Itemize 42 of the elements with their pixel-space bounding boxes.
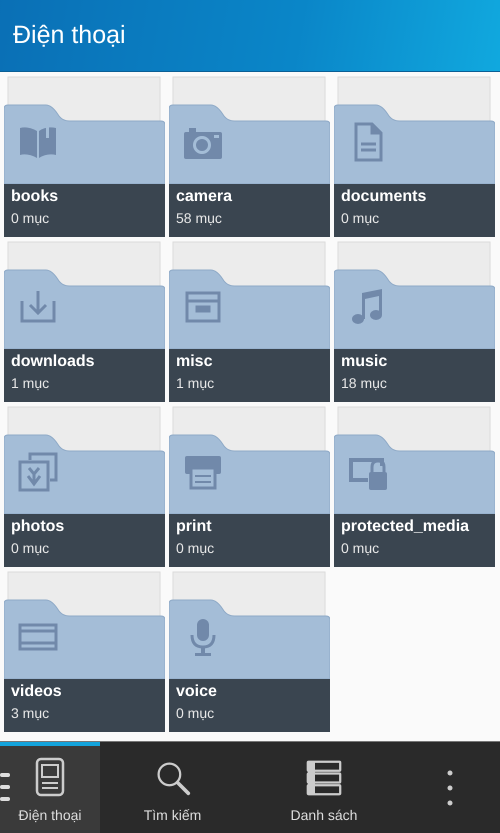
folder-name: protected_media (341, 518, 470, 536)
action-tab[interactable]: Tìm kiếm (100, 742, 245, 833)
item-count: 3 mục (11, 705, 50, 721)
folder-name: downloads (11, 353, 96, 371)
item-count: 0 mục (176, 705, 216, 721)
item-count: 58 mục (176, 210, 223, 226)
action-tab[interactable]: Danh sách (245, 742, 403, 833)
folder-drawing[interactable] (4, 76, 165, 184)
item-count: 0 mục (341, 210, 380, 226)
folder-name: music (341, 353, 388, 371)
folder-name: voice (176, 683, 218, 701)
folder-name: print (176, 518, 213, 536)
item-count: 0 mục (176, 540, 216, 556)
folder-drawing[interactable] (4, 571, 165, 679)
item-count: 1 mục (176, 375, 216, 391)
folder-drawing[interactable] (4, 406, 165, 514)
item-count: 0 mục (11, 540, 50, 556)
folder-drawing[interactable] (334, 241, 495, 349)
folder-drawing[interactable] (334, 406, 495, 514)
menu-icon[interactable] (0, 772, 10, 802)
folder-name: camera (176, 188, 234, 206)
folder-drawing[interactable] (169, 241, 330, 349)
action-tab[interactable]: Điện thoại (0, 742, 100, 833)
folder-drawing[interactable] (169, 406, 330, 514)
list-icon (306, 759, 342, 797)
item-count: 0 mục (341, 540, 380, 556)
folder-name: documents (341, 188, 428, 206)
folder-drawing[interactable] (4, 241, 165, 349)
item-count: 18 mục (341, 375, 388, 391)
item-count: 0 mục (11, 210, 50, 226)
folder-drawing[interactable] (334, 76, 495, 184)
folder-name: photos (11, 518, 66, 536)
folder-drawing[interactable] (169, 76, 330, 184)
page-title: Điện thoại (13, 21, 126, 50)
folder-name: videos (11, 683, 63, 701)
item-count: 1 mục (11, 375, 50, 391)
photos-icon (18, 452, 58, 492)
folder-name: misc (176, 353, 214, 371)
folder-drawing[interactable] (169, 571, 330, 679)
folder-name: books (11, 188, 60, 206)
overflow-menu-icon[interactable] (447, 770, 453, 806)
phone-icon (35, 757, 65, 797)
